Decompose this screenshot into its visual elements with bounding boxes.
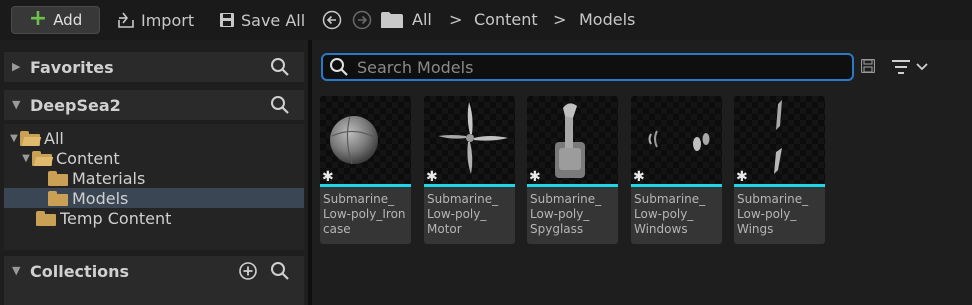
collapse-arrow-icon[interactable]: ▼ <box>12 99 22 110</box>
tree-item-models[interactable]: Models <box>4 188 304 208</box>
asset-name: Submarine_ Low-poly_ Spyglass <box>530 192 602 236</box>
breadcrumb-separator: > <box>449 10 463 29</box>
asset-tile[interactable]: ✱ Submarine_ Low-poly_ Windows <box>631 96 722 244</box>
search-icon[interactable] <box>270 261 290 281</box>
asset-tile[interactable]: ✱ Submarine_ Low-poly_ Spyglass <box>527 96 618 244</box>
folder-open-icon <box>32 150 54 166</box>
asset-view: ✱ Submarine_ Low-poly_Iron case ✱ Submar… <box>312 40 972 305</box>
breadcrumb-models[interactable]: Models <box>579 10 635 30</box>
asset-name: Submarine_ Low-poly_Iron case <box>323 192 406 236</box>
tree-item-label: Content <box>56 148 120 168</box>
add-button[interactable]: + Add <box>11 6 100 34</box>
asset-name: Submarine_ Low-poly_ Motor <box>427 192 499 236</box>
breadcrumb-content[interactable]: Content <box>474 10 538 30</box>
tree-item-temp-content[interactable]: Temp Content <box>4 208 304 228</box>
breadcrumb-separator: > <box>553 10 567 29</box>
import-button-label: Import <box>141 10 195 30</box>
folder-icon <box>36 210 56 226</box>
project-header[interactable]: ▼ DeepSea2 <box>4 90 304 120</box>
search-icon <box>330 58 348 76</box>
collections-list <box>4 286 304 305</box>
filter-icon[interactable] <box>891 58 933 76</box>
collapse-arrow-icon[interactable]: ▼ <box>8 133 20 144</box>
add-collection-icon[interactable] <box>238 261 258 281</box>
breadcrumb-all[interactable]: All <box>412 10 432 30</box>
forward-arrow-icon[interactable] <box>352 10 372 30</box>
collections-title: Collections <box>30 261 130 281</box>
asset-tile[interactable]: ✱ Submarine_ Low-poly_ Motor <box>424 96 515 244</box>
search-box[interactable] <box>321 53 854 81</box>
folder-icon <box>381 12 403 28</box>
asset-type-strip <box>527 184 618 187</box>
folder-icon <box>48 190 68 206</box>
project-title: DeepSea2 <box>30 95 121 115</box>
modified-star-icon: ✱ <box>322 169 334 185</box>
modified-star-icon: ✱ <box>529 169 541 185</box>
search-icon[interactable] <box>270 57 290 77</box>
tree-item-label: Temp Content <box>60 208 172 228</box>
asset-type-strip <box>320 184 411 187</box>
folder-open-icon <box>20 130 42 146</box>
collapse-arrow-icon[interactable]: ▼ <box>12 265 22 276</box>
plus-icon: + <box>28 6 48 31</box>
save-icon <box>220 13 234 27</box>
asset-type-strip <box>424 184 515 187</box>
favorites-title: Favorites <box>30 57 114 77</box>
back-arrow-icon[interactable] <box>322 10 342 30</box>
tree-item-label: Materials <box>72 168 146 188</box>
asset-name: Submarine_ Low-poly_ Windows <box>634 192 706 236</box>
import-icon <box>118 12 134 28</box>
save-all-button[interactable]: Save All <box>219 8 305 32</box>
tree-item-all[interactable]: ▼ All <box>4 128 304 148</box>
modified-star-icon: ✱ <box>426 169 438 185</box>
tree-item-label: Models <box>72 188 129 208</box>
expand-arrow-icon[interactable]: ▶ <box>12 61 22 72</box>
search-input[interactable] <box>357 57 837 77</box>
add-button-label: Add <box>53 11 83 29</box>
tree-item-content[interactable]: ▼ Content <box>4 148 304 168</box>
collapse-arrow-icon[interactable]: ▼ <box>20 153 32 164</box>
favorites-header[interactable]: ▶ Favorites <box>4 52 304 82</box>
save-all-button-label: Save All <box>241 10 306 30</box>
save-search-icon[interactable] <box>861 59 875 73</box>
asset-name: Submarine_ Low-poly_ Wings <box>737 192 809 236</box>
search-icon[interactable] <box>270 95 290 115</box>
toolbar: + Add Import Save All All > Content > Mo… <box>0 0 972 40</box>
asset-type-strip <box>734 184 825 187</box>
folder-icon <box>48 170 68 186</box>
modified-star-icon: ✱ <box>633 169 645 185</box>
tree-item-label: All <box>44 128 64 148</box>
asset-tile[interactable]: ✱ Submarine_ Low-poly_ Wings <box>734 96 825 244</box>
import-button[interactable]: Import <box>117 8 194 32</box>
tree-item-materials[interactable]: Materials <box>4 168 304 188</box>
asset-type-strip <box>631 184 722 187</box>
modified-star-icon: ✱ <box>736 169 748 185</box>
collections-header[interactable]: ▼ Collections <box>4 256 304 286</box>
asset-tile[interactable]: ✱ Submarine_ Low-poly_Iron case <box>320 96 411 244</box>
folder-tree: ▼ All ▼ Content Materials Models Temp Co… <box>4 124 304 250</box>
